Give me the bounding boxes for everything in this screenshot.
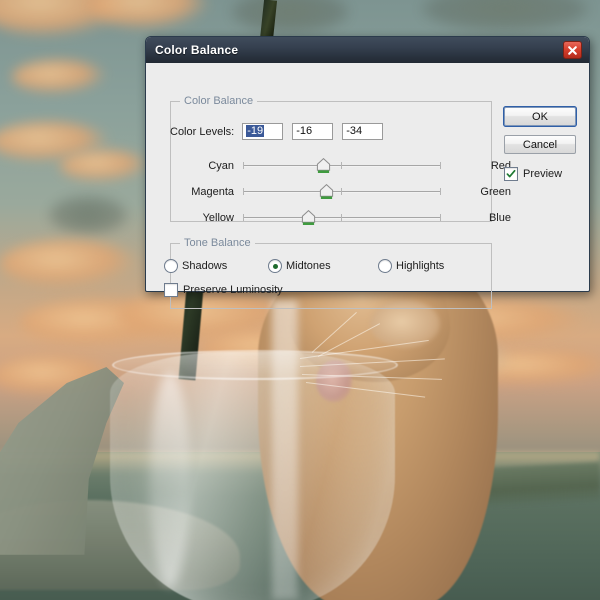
radio-label-highlights: Highlights	[396, 260, 445, 272]
dialog-title: Color Balance	[155, 43, 239, 57]
ok-button[interactable]: OK	[503, 106, 577, 127]
cloud	[60, 150, 150, 182]
color-level-input-cyan-red[interactable]: -19	[242, 123, 284, 140]
radio-label-midtones: Midtones	[286, 260, 331, 272]
slider-track-line	[243, 191, 441, 193]
color-level-input-yellow-blue[interactable]: -34	[342, 123, 384, 140]
checkbox-icon	[164, 283, 178, 297]
tone-balance-legend: Tone Balance	[180, 237, 255, 249]
radio-dot	[272, 263, 278, 269]
checkbox-icon-checked	[504, 167, 518, 181]
color-balance-dialog: Color Balance Color Balance Color Levels…	[145, 36, 590, 309]
color-level-input-magenta-green[interactable]: -16	[292, 123, 334, 140]
slider-magenta-green[interactable]: Magenta Green	[170, 183, 590, 201]
screen: Color Balance Color Balance Color Levels…	[0, 0, 600, 600]
color-levels-label: Color Levels:	[170, 125, 235, 138]
slider-thumb-cyan-red[interactable]	[316, 157, 331, 174]
radio-icon	[378, 259, 392, 273]
color-level-value-yellow-blue: -34	[346, 125, 363, 137]
slider-tick	[341, 162, 342, 169]
preview-label: Preview	[523, 168, 563, 180]
cloud	[48, 195, 128, 235]
slider-track-line	[243, 217, 441, 219]
preserve-luminosity-label: Preserve Luminosity	[183, 284, 283, 296]
cancel-button[interactable]: Cancel	[504, 135, 576, 154]
slider-label-magenta: Magenta	[191, 186, 234, 198]
slider-label-green: Green	[480, 186, 511, 198]
glass-highlight	[272, 300, 298, 600]
slider-tick	[243, 162, 244, 169]
radio-midtones[interactable]: Midtones	[268, 259, 378, 273]
slider-track-yellow-blue[interactable]	[243, 209, 441, 227]
slider-label-yellow: Yellow	[202, 212, 234, 224]
slider-thumb-magenta-green[interactable]	[319, 183, 334, 200]
glass-rim	[112, 350, 398, 380]
slider-tick	[440, 188, 441, 195]
ok-button-label: OK	[532, 110, 548, 123]
glass-highlight	[150, 372, 190, 587]
cancel-button-label: Cancel	[522, 138, 558, 151]
cloud	[0, 240, 140, 288]
slider-tick	[440, 162, 441, 169]
preview-checkbox[interactable]: Preview	[504, 167, 562, 181]
cloud	[12, 60, 107, 94]
radio-icon	[164, 259, 178, 273]
slider-tick	[440, 214, 441, 221]
radio-label-shadows: Shadows	[182, 260, 228, 272]
slider-track-cyan-red[interactable]	[243, 157, 441, 175]
slider-label-red: Red	[490, 160, 511, 172]
slider-track-magenta-green[interactable]	[243, 183, 441, 201]
slider-tick	[243, 214, 244, 221]
slider-thumb-yellow-blue[interactable]	[301, 209, 316, 226]
color-level-value-magenta-green: -16	[296, 125, 313, 137]
radio-icon-selected	[268, 259, 282, 273]
color-level-value-cyan-red: -19	[246, 125, 265, 137]
slider-tick	[341, 188, 342, 195]
dialog-body: Color Balance Color Levels: -19 -16 -34 …	[146, 63, 590, 309]
slider-label-blue: Blue	[488, 212, 511, 224]
dialog-titlebar[interactable]: Color Balance	[146, 37, 589, 63]
radio-shadows[interactable]: Shadows	[164, 259, 268, 273]
slider-tick	[243, 188, 244, 195]
slider-label-cyan: Cyan	[208, 160, 234, 172]
radio-highlights[interactable]: Highlights	[378, 259, 488, 273]
slider-yellow-blue[interactable]: Yellow Blue	[170, 209, 590, 227]
tone-balance-group: Tone Balance	[170, 237, 492, 309]
slider-tick	[341, 214, 342, 221]
tone-balance-options: Shadows Midtones Highlights	[164, 259, 494, 273]
preserve-luminosity-checkbox[interactable]: Preserve Luminosity	[164, 283, 283, 297]
color-balance-legend: Color Balance	[180, 95, 258, 107]
close-icon[interactable]	[563, 41, 582, 59]
color-levels-row: Color Levels: -19 -16 -34	[170, 123, 392, 140]
slider-track-line	[243, 165, 441, 167]
